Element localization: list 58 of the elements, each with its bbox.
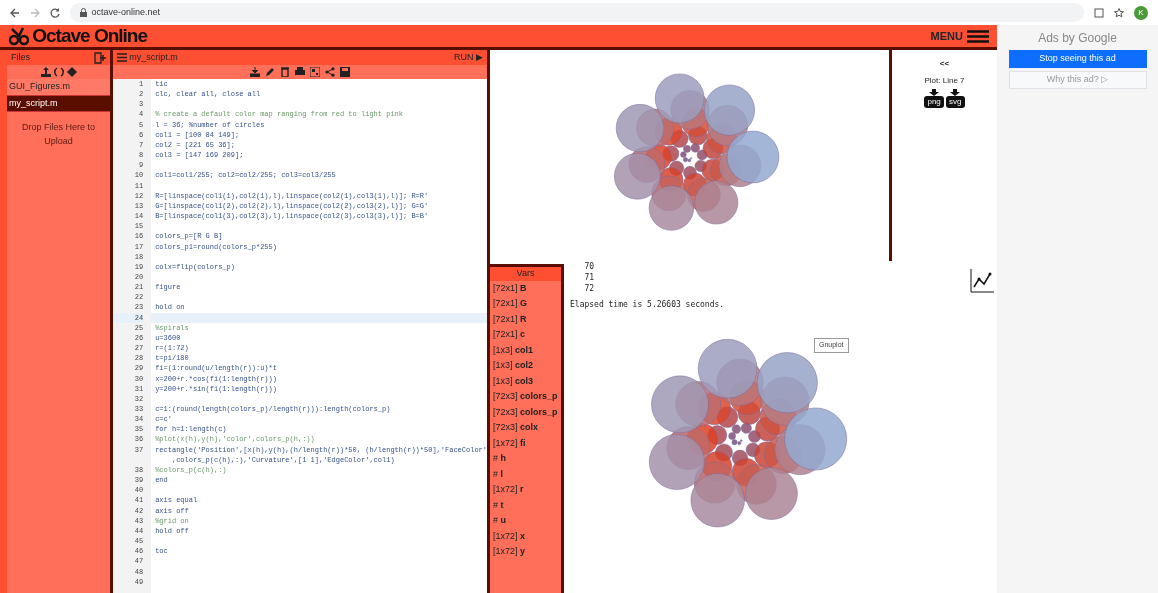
- download-arrow-icon: [929, 88, 940, 96]
- address-bar[interactable]: octave-online.net: [70, 3, 1084, 22]
- reload-icon[interactable]: [50, 7, 60, 18]
- pencil-icon[interactable]: [265, 67, 275, 77]
- variable-item[interactable]: [1x3] col1: [490, 342, 561, 358]
- new-file-icon[interactable]: [94, 51, 106, 64]
- run-button[interactable]: RUN ▶: [454, 50, 483, 65]
- file-tab[interactable]: my_script.m: [117, 50, 454, 65]
- stop-ad-button[interactable]: Stop seeing this ad: [1008, 50, 1147, 68]
- trash-icon[interactable]: [280, 67, 290, 77]
- upload-icon[interactable]: [40, 67, 51, 77]
- variable-item[interactable]: [1x72] fi: [490, 435, 561, 451]
- variable-item[interactable]: [72x1] c: [490, 327, 561, 343]
- variable-item[interactable]: [72x3] colors_p: [490, 389, 561, 405]
- variable-item[interactable]: [72x1] R: [490, 311, 561, 327]
- profile-avatar[interactable]: K: [1134, 5, 1148, 20]
- variable-item[interactable]: [1x72] y: [490, 544, 561, 560]
- plot-toggle-icon[interactable]: [970, 269, 994, 293]
- variable-item[interactable]: [72x3] colors_p: [490, 404, 561, 420]
- share-icon[interactable]: [325, 67, 335, 77]
- console-output: 70: [583, 261, 596, 272]
- variable-item[interactable]: [72x1] B: [490, 280, 561, 296]
- menu-icon: [967, 29, 989, 43]
- variable-item[interactable]: # l: [490, 466, 561, 482]
- plot-caption: Plot: Line 7: [923, 74, 966, 87]
- panel-title: Files: [11, 50, 31, 64]
- save-icon[interactable]: [340, 67, 350, 77]
- variable-item[interactable]: [1x3] col3: [490, 373, 561, 389]
- variable-item[interactable]: # t: [490, 497, 561, 513]
- menu-icon: [117, 53, 127, 62]
- star-icon[interactable]: [1114, 7, 1124, 18]
- diamond-icon[interactable]: [66, 67, 77, 77]
- drop-hint: Drop Files Here to Upload: [21, 121, 96, 148]
- back-icon[interactable]: [10, 7, 20, 18]
- variable-item[interactable]: [1x72] r: [490, 482, 561, 498]
- ad-title: Ads by Google: [1037, 30, 1118, 47]
- variable-item[interactable]: [72x3] colx: [490, 420, 561, 436]
- menu-button[interactable]: MENU: [930, 27, 989, 45]
- panel-title: Vars: [490, 267, 561, 281]
- file-item[interactable]: GUI_Figures.m: [7, 79, 110, 96]
- printer-icon[interactable]: [295, 67, 305, 77]
- download-arrow-icon: [950, 88, 961, 96]
- logo-icon: [8, 26, 30, 46]
- extension-icon[interactable]: [1094, 7, 1104, 18]
- variable-item[interactable]: # h: [490, 451, 561, 467]
- lock-icon: [80, 8, 87, 17]
- qr-code-icon[interactable]: [310, 67, 320, 77]
- console-output: 72: [583, 283, 596, 294]
- variable-item[interactable]: [72x1] G: [490, 296, 561, 312]
- back-button[interactable]: <<: [892, 58, 997, 70]
- variable-item[interactable]: [1x72] x: [490, 528, 561, 544]
- refresh-icon[interactable]: [53, 67, 64, 77]
- console-output: Elapsed time is 5.26603 seconds.: [570, 298, 726, 310]
- logo-text: Octave Online: [32, 23, 148, 48]
- variable-item[interactable]: [1x3] col2: [490, 358, 561, 374]
- variable-item[interactable]: # u: [490, 513, 561, 529]
- console-output: 71: [583, 272, 596, 283]
- download-icon[interactable]: [250, 67, 260, 77]
